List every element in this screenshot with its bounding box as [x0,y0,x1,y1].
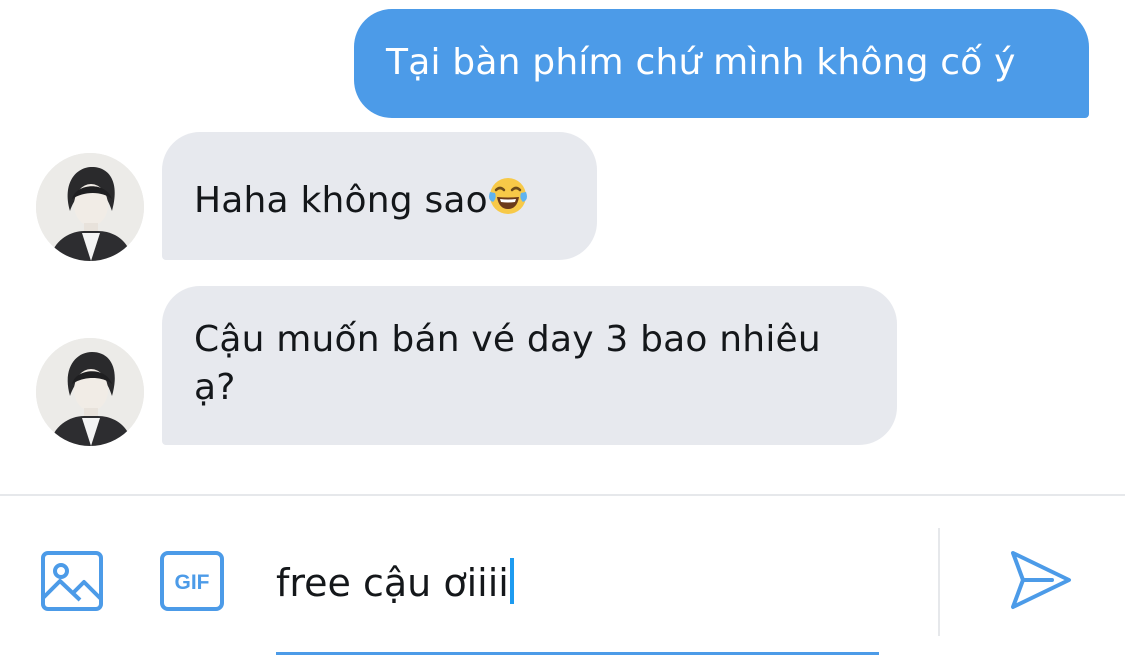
message-text: Cậu muốn bán vé day 3 bao nhiêu ạ? [194,319,821,408]
avatar[interactable] [36,153,144,261]
conversation-thread: Tại bàn phím chứ mình không cố ý Haha kh… [0,0,1125,494]
avatar-photo [36,153,144,261]
tears-of-joy-emoji-icon [488,176,528,216]
message-input-value: free cậu ơiiii [276,561,509,605]
text-caret [509,558,514,604]
received-message-bubble[interactable]: Cậu muốn bán vé day 3 bao nhiêu ạ? [162,286,897,445]
gif-icon[interactable]: GIF [159,550,225,612]
input-underline [276,652,879,655]
gif-label: GIF [175,571,210,594]
message-text: Haha không sao [194,180,488,221]
received-message-bubble[interactable]: Haha không sao [162,132,597,260]
message-input[interactable]: free cậu ơiiii [276,554,879,614]
avatar-photo [36,338,144,446]
image-icon[interactable] [40,550,104,612]
sent-message-bubble[interactable]: Tại bàn phím chứ mình không cố ý [354,9,1089,118]
message-composer: GIF free cậu ơiiii [0,496,1125,666]
send-separator [938,528,940,636]
send-icon[interactable] [1008,548,1074,612]
avatar[interactable] [36,338,144,446]
message-text: Tại bàn phím chứ mình không cố ý [386,42,1016,83]
